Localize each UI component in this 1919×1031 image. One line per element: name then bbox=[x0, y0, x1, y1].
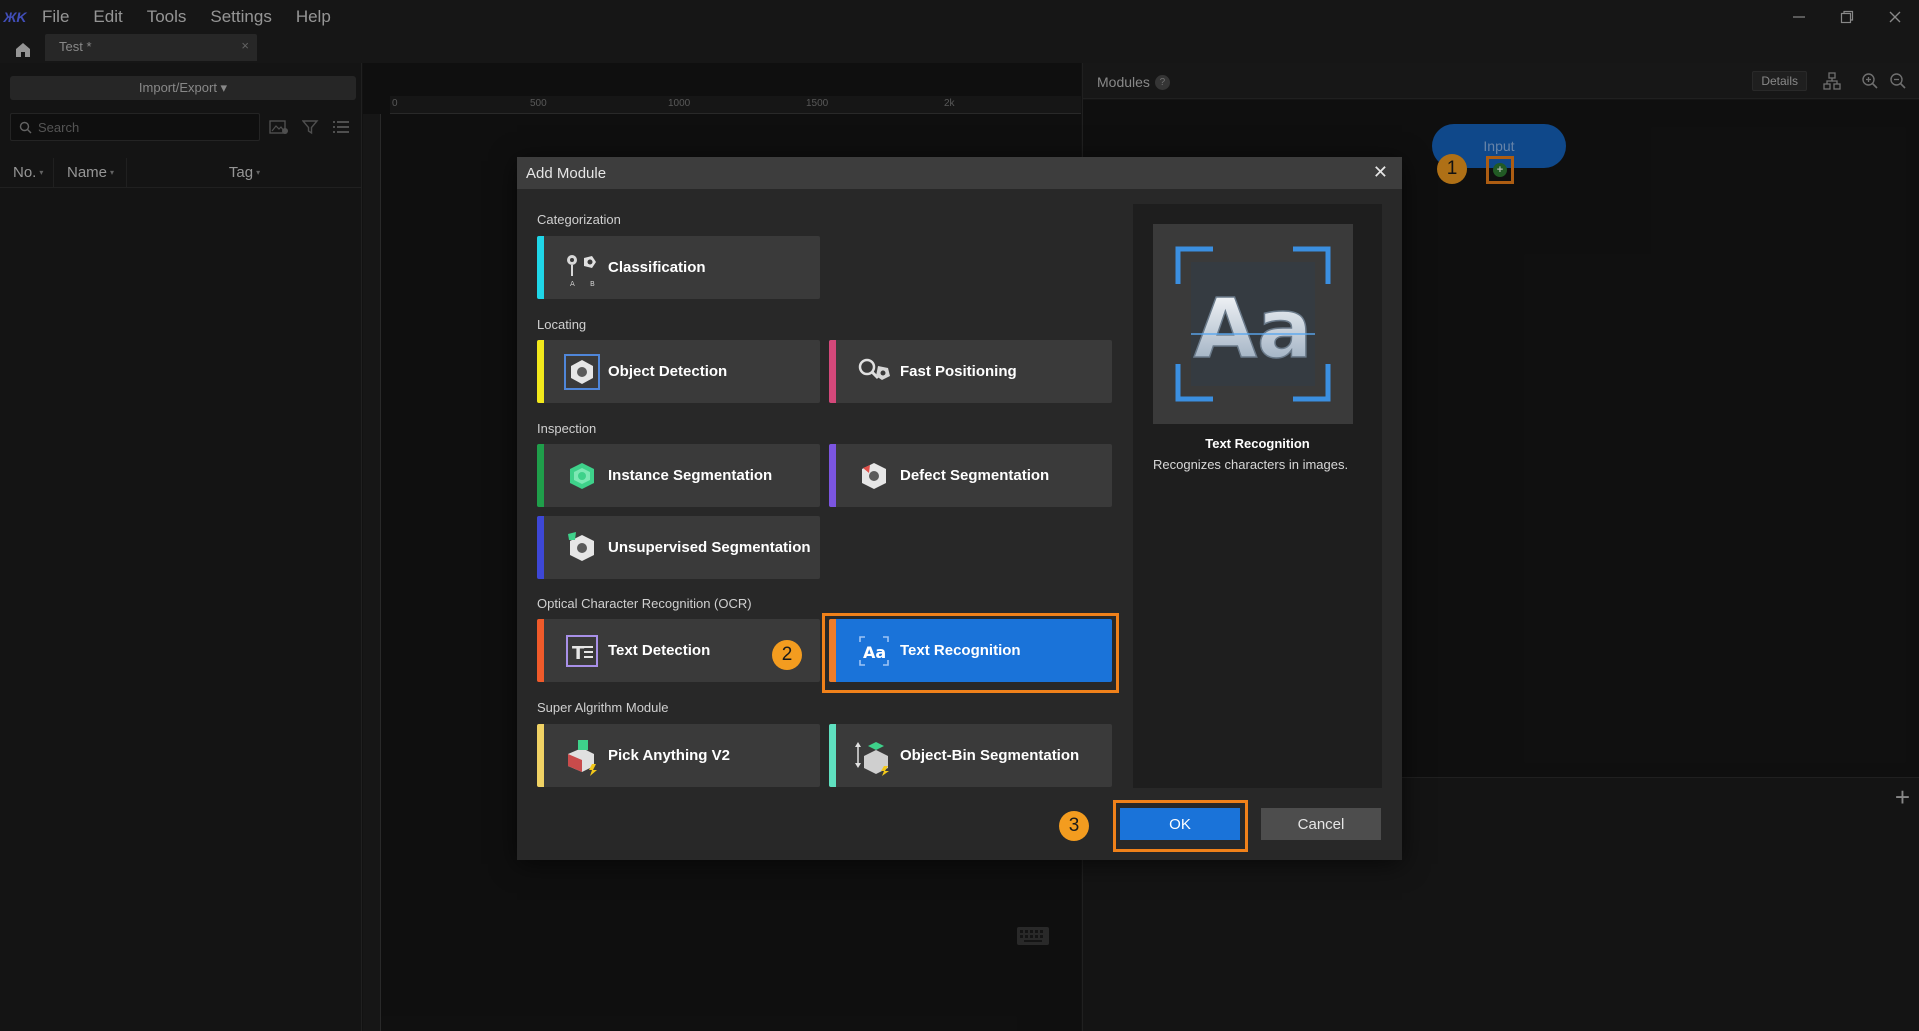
svg-text:B: B bbox=[590, 280, 595, 288]
module-object-bin-segmentation[interactable]: Object-Bin Segmentation bbox=[829, 724, 1112, 787]
accent-bar bbox=[537, 444, 544, 507]
add-module-dialog: Add Module ✕ Categorization AB Classific… bbox=[517, 157, 1402, 860]
dialog-title: Add Module bbox=[526, 165, 607, 182]
step-badge-3: 3 bbox=[1059, 811, 1089, 841]
module-pick-anything-v2[interactable]: Pick Anything V2 bbox=[537, 724, 820, 787]
accent-bar bbox=[537, 340, 544, 403]
preview-module-name: Text Recognition bbox=[1205, 436, 1310, 451]
module-label: Pick Anything V2 bbox=[608, 747, 730, 764]
category-ocr: Optical Character Recognition (OCR) bbox=[537, 596, 752, 611]
module-classification[interactable]: AB Classification bbox=[537, 236, 820, 299]
module-unsupervised-segmentation[interactable]: Unsupervised Segmentation bbox=[537, 516, 820, 579]
module-object-detection[interactable]: Object Detection bbox=[537, 340, 820, 403]
accent-bar bbox=[537, 516, 544, 579]
object-detection-icon bbox=[562, 352, 602, 392]
accent-bar bbox=[829, 444, 836, 507]
dialog-titlebar: Add Module ✕ bbox=[517, 157, 1402, 189]
close-icon[interactable]: ✕ bbox=[1373, 162, 1388, 183]
category-super-algrithm: Super Algrithm Module bbox=[537, 700, 669, 715]
category-inspection: Inspection bbox=[537, 421, 597, 436]
unsupervised-segmentation-icon bbox=[562, 528, 602, 568]
ok-button[interactable]: OK bbox=[1120, 808, 1240, 840]
accent-bar bbox=[829, 340, 836, 403]
module-label: Instance Segmentation bbox=[608, 467, 773, 484]
category-categorization: Categorization bbox=[537, 212, 621, 227]
defect-segmentation-icon bbox=[854, 456, 894, 496]
module-label: Fast Positioning bbox=[900, 363, 1017, 380]
selection-highlight-frame bbox=[822, 613, 1119, 693]
cancel-button[interactable]: Cancel bbox=[1261, 808, 1381, 840]
pick-anything-icon bbox=[562, 736, 602, 776]
text-detection-icon: T bbox=[562, 631, 602, 671]
module-label: Object Detection bbox=[608, 363, 728, 380]
step-badge-2: 2 bbox=[772, 640, 802, 670]
instance-segmentation-icon bbox=[562, 456, 602, 496]
module-fast-positioning[interactable]: Fast Positioning bbox=[829, 340, 1112, 403]
object-bin-segmentation-icon bbox=[854, 736, 894, 776]
accent-bar bbox=[537, 724, 544, 787]
svg-text:A: A bbox=[570, 280, 575, 288]
preview-module-description: Recognizes characters in images. bbox=[1153, 457, 1349, 472]
accent-bar bbox=[537, 619, 544, 682]
accent-bar bbox=[537, 236, 544, 299]
module-label: Object-Bin Segmentation bbox=[900, 747, 1080, 764]
module-label: Classification bbox=[608, 259, 706, 276]
preview-glyph-text: Aa bbox=[1194, 282, 1313, 377]
accent-bar bbox=[829, 724, 836, 787]
category-locating: Locating bbox=[537, 317, 587, 332]
module-defect-segmentation[interactable]: Defect Segmentation bbox=[829, 444, 1112, 507]
module-label: Text Detection bbox=[608, 642, 711, 659]
text-recognition-preview-image: Aa bbox=[1153, 224, 1353, 424]
module-label: Defect Segmentation bbox=[900, 467, 1050, 484]
classification-icon: AB bbox=[562, 248, 602, 288]
module-instance-segmentation[interactable]: Instance Segmentation bbox=[537, 444, 820, 507]
svg-text:T: T bbox=[572, 643, 585, 664]
module-label: Unsupervised Segmentation bbox=[608, 539, 811, 556]
module-preview: Aa Text Recognition Recognizes character… bbox=[1133, 204, 1382, 788]
fast-positioning-icon bbox=[854, 352, 894, 392]
